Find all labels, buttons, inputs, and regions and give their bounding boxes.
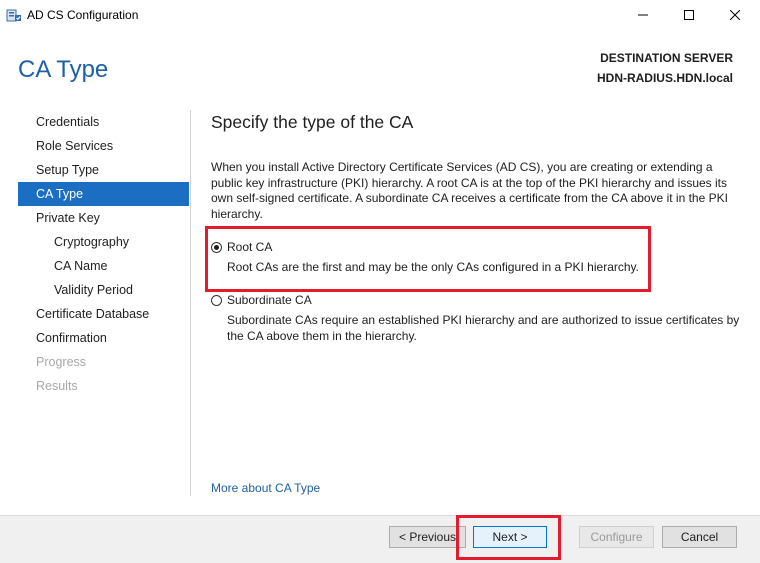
destination-label: DESTINATION SERVER <box>600 51 733 65</box>
subordinate-ca-description: Subordinate CAs require an established P… <box>227 313 740 343</box>
subordinate-ca-label[interactable]: Subordinate CA <box>227 293 312 307</box>
nav-item-confirmation[interactable]: Confirmation <box>18 326 189 350</box>
close-button[interactable] <box>712 0 758 30</box>
window-title: AD CS Configuration <box>27 8 139 22</box>
page-title: CA Type <box>18 56 109 83</box>
subordinate-ca-option[interactable]: Subordinate CA <box>211 293 312 307</box>
server-icon <box>6 7 22 23</box>
root-ca-highlight <box>205 226 651 292</box>
nav-item-credentials[interactable]: Credentials <box>18 110 189 134</box>
nav-item-progress: Progress <box>36 355 87 369</box>
previous-button[interactable]: < Previous <box>389 526 466 548</box>
section-title: Specify the type of the CA <box>211 112 414 132</box>
destination-server-info: DESTINATION SERVER HDN-RADIUS.HDN.local <box>597 48 733 88</box>
destination-server-name: HDN-RADIUS.HDN.local <box>596 71 733 85</box>
cancel-button[interactable]: Cancel <box>662 526 737 548</box>
maximize-icon <box>684 10 694 20</box>
nav-divider <box>190 110 191 496</box>
configure-button: Configure <box>579 526 654 548</box>
nav-item-ca-name[interactable]: CA Name <box>18 254 189 278</box>
more-about-ca-type-link[interactable]: More about CA Type <box>211 481 320 495</box>
nav-item-role-services[interactable]: Role Services <box>18 134 189 158</box>
maximize-button[interactable] <box>666 0 712 30</box>
subordinate-ca-radio[interactable] <box>211 294 222 306</box>
ca-type-description: When you install Active Directory Certif… <box>211 160 728 221</box>
nav-item-ca-type[interactable]: CA Type <box>18 182 189 206</box>
title-bar: AD CS Configuration <box>0 0 760 30</box>
close-icon <box>730 10 740 20</box>
nav-item-validity-period[interactable]: Validity Period <box>18 278 189 302</box>
next-button-highlight <box>456 515 561 560</box>
minimize-button[interactable] <box>620 0 666 30</box>
nav-item-certificate-database[interactable]: Certificate Database <box>18 302 189 326</box>
nav-item-cryptography[interactable]: Cryptography <box>18 230 189 254</box>
nav-item-results: Results <box>36 379 78 393</box>
nav-item-setup-type[interactable]: Setup Type <box>18 158 189 182</box>
wizard-nav: Credentials Role Services Setup Type CA … <box>18 110 189 398</box>
nav-item-private-key[interactable]: Private Key <box>18 206 189 230</box>
minimize-icon <box>638 14 648 16</box>
